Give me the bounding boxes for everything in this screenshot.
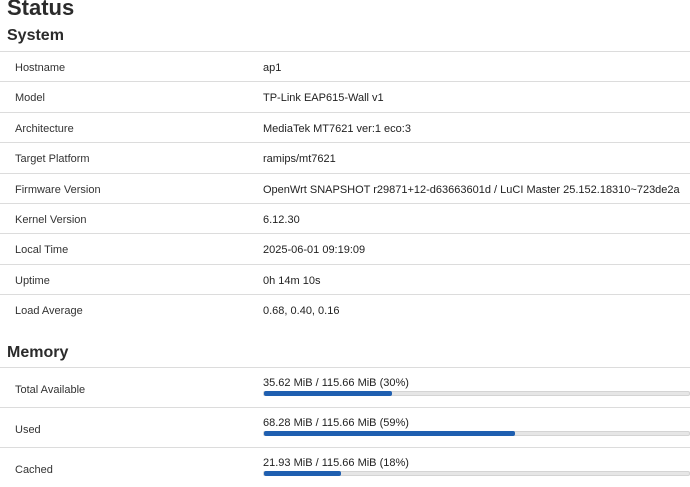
table-row-load-average: Load Average 0.68, 0.40, 0.16 — [0, 294, 690, 324]
table-row-model: Model TP-Link EAP615-Wall v1 — [0, 81, 690, 111]
table-row-hostname: Hostname ap1 — [0, 51, 690, 81]
row-value: 0h 14m 10s — [263, 274, 321, 287]
table-row-cached: Cached 21.93 MiB / 115.66 MiB (18%) — [0, 447, 690, 487]
table-row-used: Used 68.28 MiB / 115.66 MiB (59%) — [0, 407, 690, 447]
table-row-architecture: Architecture MediaTek MT7621 ver:1 eco:3 — [0, 111, 690, 142]
progress-bar — [263, 391, 690, 396]
row-value: TP-Link EAP615-Wall v1 — [263, 92, 384, 105]
progress-bar-fill — [264, 391, 392, 396]
system-table: Hostname ap1 Model TP-Link EAP615-Wall v… — [0, 51, 690, 325]
progress-bar — [263, 431, 690, 436]
row-label: Architecture — [15, 122, 74, 135]
row-value: ramips/mt7621 — [263, 153, 336, 166]
row-value: ap1 — [263, 62, 282, 74]
table-row-target-platform: Target Platform ramips/mt7621 — [0, 142, 690, 172]
row-label: Cached — [15, 464, 53, 476]
row-value: 0.68, 0.40, 0.16 — [263, 305, 340, 318]
row-value: OpenWrt SNAPSHOT r29871+12-d63663601d / … — [263, 183, 680, 196]
row-label: Hostname — [15, 62, 66, 74]
row-label: Kernel Version — [15, 213, 87, 226]
row-value: MediaTek MT7621 ver:1 eco:3 — [263, 122, 411, 135]
row-label: Total Available — [15, 384, 86, 396]
row-label: Model — [15, 92, 45, 105]
row-label: Used — [15, 424, 41, 436]
progress-bar — [263, 471, 690, 476]
table-row-kernel-version: Kernel Version 6.12.30 — [0, 202, 690, 233]
table-row-firmware-version: Firmware Version OpenWrt SNAPSHOT r29871… — [0, 172, 690, 203]
progress-bar-fill — [264, 471, 341, 476]
row-value: 6.12.30 — [263, 213, 300, 226]
row-value: 21.93 MiB / 115.66 MiB (18%) — [263, 457, 409, 469]
row-value: 2025-06-01 09:19:09 — [263, 244, 366, 257]
table-row-local-time: Local Time 2025-06-01 09:19:09 — [0, 233, 690, 263]
section-title-memory: Memory — [7, 344, 69, 361]
section-title-system: System — [7, 27, 64, 44]
row-label: Load Average — [15, 305, 83, 318]
memory-table: Total Available 35.62 MiB / 115.66 MiB (… — [0, 367, 690, 487]
table-row-total-available: Total Available 35.62 MiB / 115.66 MiB (… — [0, 367, 690, 407]
row-label: Target Platform — [15, 153, 90, 166]
table-row-uptime: Uptime 0h 14m 10s — [0, 263, 690, 294]
progress-bar-fill — [264, 431, 515, 436]
row-label: Uptime — [15, 274, 50, 287]
row-value: 68.28 MiB / 115.66 MiB (59%) — [263, 417, 409, 429]
row-label: Firmware Version — [15, 183, 101, 196]
row-value: 35.62 MiB / 115.66 MiB (30%) — [263, 377, 409, 389]
row-label: Local Time — [15, 244, 69, 257]
page-title: Status — [7, 0, 75, 20]
